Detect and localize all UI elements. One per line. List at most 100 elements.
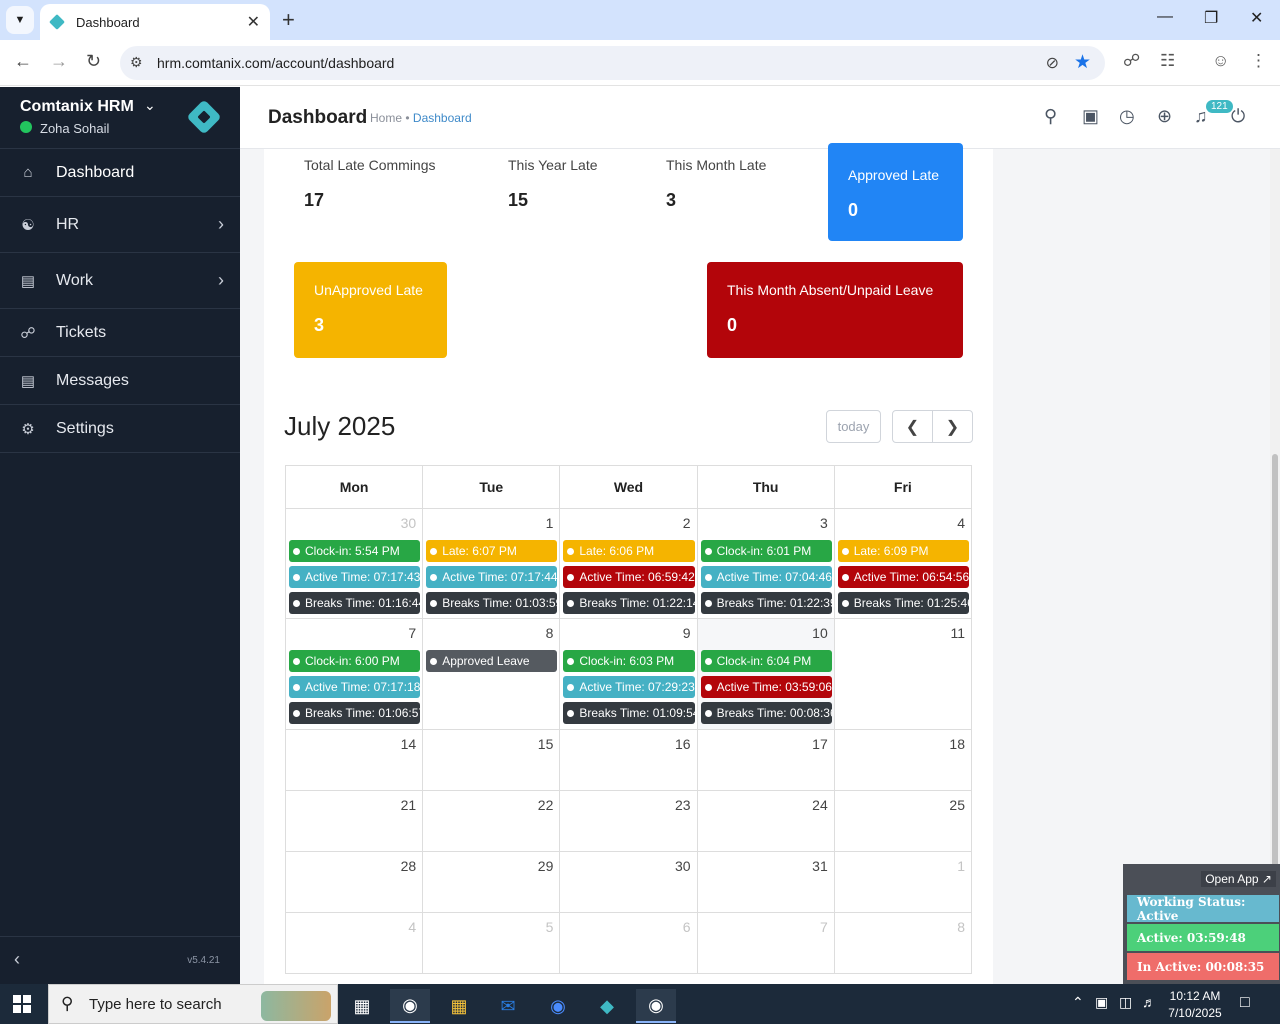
calendar-day-cell[interactable]: 22	[422, 790, 561, 852]
calendar-day-number[interactable]: 25	[835, 791, 971, 818]
extensions-icon[interactable]: ☷	[1160, 51, 1175, 71]
outlook-icon[interactable]: ✉	[488, 989, 528, 1023]
tracking-protection-icon[interactable]: ⊘	[1046, 53, 1059, 73]
calendar-day-cell[interactable]: 7	[696, 912, 835, 974]
app-name[interactable]: Comtanix HRM	[20, 98, 134, 116]
taskbar-search[interactable]: ⚲ Type here to search	[48, 984, 338, 1024]
calendar-day-cell[interactable]: 5	[422, 912, 561, 974]
sidebar-item-settings[interactable]: ⚙ Settings	[0, 405, 240, 453]
calendar-day-number[interactable]: 16	[560, 730, 696, 757]
calendar-event[interactable]: Active Time: 07:17:18	[289, 676, 421, 698]
calendar-day-cell[interactable]: 16	[559, 729, 698, 791]
calendar-day-number[interactable]: 21	[286, 791, 422, 818]
calendar-event[interactable]: Clock-in: 6:01 PM	[700, 540, 832, 562]
calendar-day-number[interactable]: 7	[698, 913, 834, 940]
approved-late-card[interactable]: Approved Late 0	[828, 143, 963, 241]
add-circle-icon[interactable]: ⊕	[1157, 106, 1172, 127]
calendar-event[interactable]: Clock-in: 6:00 PM	[289, 650, 421, 672]
page-scrollbar[interactable]	[1270, 149, 1280, 984]
menu-icon[interactable]: ⋮	[1250, 51, 1267, 71]
file-explorer-icon[interactable]: ▦	[439, 989, 479, 1023]
calendar-day-number[interactable]: 22	[423, 791, 559, 818]
tray-overflow-icon[interactable]: ⌃	[1072, 994, 1084, 1011]
close-tab-icon[interactable]: ✕	[247, 12, 260, 32]
calendar-day-cell[interactable]: 4	[284, 912, 424, 974]
calendar-day-cell[interactable]: 14	[284, 729, 424, 791]
calendar-day-number[interactable]: 14	[286, 730, 422, 757]
calendar-event[interactable]: Breaks Time: 01:16:44	[289, 592, 421, 614]
calendar-day-cell[interactable]: 8	[833, 912, 973, 974]
calendar-day-cell[interactable]: 4 Late: 6:09 PM Active Time: 06:54:56 Break…	[833, 508, 973, 619]
notes-icon[interactable]: ▣	[1082, 106, 1099, 127]
calendar-day-cell[interactable]: 10 Clock-in: 6:04 PM Active Time: 03:59:06…	[696, 618, 835, 730]
clock-icon[interactable]: ◷	[1119, 106, 1135, 127]
volume-icon[interactable]: ♬	[1142, 994, 1156, 1010]
calendar-day-cell[interactable]: 30 Clock-in: 5:54 PM Active Time: 07:17:43…	[284, 508, 424, 619]
network-icon[interactable]: ◫	[1119, 994, 1132, 1011]
calendar-event[interactable]: Breaks Time: 01:22:39	[700, 592, 832, 614]
calendar-day-cell[interactable]: 18	[833, 729, 973, 791]
chevron-down-icon[interactable]: ⌄	[144, 97, 156, 114]
address-bar[interactable]: ⚙ hrm.comtanix.com/account/dashboard ⊘ ★	[120, 46, 1105, 80]
calendar-day-cell[interactable]: 28	[284, 851, 424, 913]
calendar-event[interactable]: Clock-in: 6:03 PM	[563, 650, 695, 672]
calendar-day-number[interactable]: 15	[423, 730, 559, 757]
power-icon[interactable]: ⏻	[1231, 106, 1245, 127]
today-button[interactable]: today	[826, 410, 881, 443]
calendar-day-cell[interactable]: 21	[284, 790, 424, 852]
calendar-event[interactable]: Breaks Time: 01:25:46	[837, 592, 969, 614]
calendar-day-number[interactable]: 2	[560, 509, 696, 536]
new-tab-button[interactable]: +	[282, 8, 295, 32]
calendar-day-number[interactable]: 6	[560, 913, 696, 940]
calendar-day-number[interactable]: 11	[835, 619, 971, 646]
calendar-event[interactable]: Active Time: 07:04:46	[700, 566, 832, 588]
calendar-day-cell[interactable]: 11	[833, 618, 973, 730]
calendar-day-cell[interactable]: 9 Clock-in: 6:03 PM Active Time: 07:29:23 B…	[559, 618, 698, 730]
bell-icon[interactable]: ♫	[1194, 106, 1208, 127]
calendar-event[interactable]: Active Time: 07:17:43	[289, 566, 421, 588]
calendar-day-cell[interactable]: 24	[696, 790, 835, 852]
next-month-button[interactable]: ❯	[932, 410, 973, 443]
reload-icon[interactable]: ↻	[86, 51, 101, 72]
calendar-day-number[interactable]: 17	[698, 730, 834, 757]
zoom-icon[interactable]: ◉	[538, 989, 578, 1023]
calendar-event[interactable]: Late: 6:06 PM	[563, 540, 695, 562]
calendar-event[interactable]: Active Time: 07:17:44	[426, 566, 558, 588]
sidebar-item-hr[interactable]: ☯ HR ›	[0, 197, 240, 253]
action-center-icon[interactable]: □	[1240, 994, 1250, 1012]
calendar-day-cell[interactable]: 1	[833, 851, 973, 913]
calendar-day-number[interactable]: 5	[423, 913, 559, 940]
chrome-taskbar-icon-2[interactable]: ◉	[636, 989, 676, 1023]
calendar-day-number[interactable]: 4	[286, 913, 422, 940]
absent-leave-card[interactable]: This Month Absent/Unpaid Leave 0	[707, 262, 963, 358]
tab-search-button[interactable]: ▼	[6, 6, 34, 34]
url-text[interactable]: hrm.comtanix.com/account/dashboard	[157, 55, 394, 71]
calendar-day-cell[interactable]: 17	[696, 729, 835, 791]
calendar-day-number[interactable]: 23	[560, 791, 696, 818]
calendar-day-number[interactable]: 7	[286, 619, 422, 646]
browser-tab[interactable]: Dashboard ✕	[40, 4, 270, 40]
calendar-event[interactable]: Active Time: 07:29:23	[563, 676, 695, 698]
sidebar-item-work[interactable]: ▤ Work ›	[0, 253, 240, 309]
window-close-icon[interactable]: ✕	[1250, 8, 1263, 28]
calendar-day-cell[interactable]: 3 Clock-in: 6:01 PM Active Time: 07:04:46 B…	[696, 508, 835, 619]
unapproved-late-card[interactable]: UnApproved Late 3	[294, 262, 447, 358]
calendar-day-number[interactable]: 24	[698, 791, 834, 818]
calendar-day-number[interactable]: 18	[835, 730, 971, 757]
calendar-day-cell[interactable]: 2 Late: 6:06 PM Active Time: 06:59:42 Break…	[559, 508, 698, 619]
calendar-event[interactable]: Approved Leave	[426, 650, 558, 672]
calendar-day-number[interactable]: 29	[423, 852, 559, 879]
calendar-day-number[interactable]: 1	[835, 852, 971, 879]
calendar-event[interactable]: Clock-in: 6:04 PM	[700, 650, 832, 672]
calendar-day-cell[interactable]: 31	[696, 851, 835, 913]
calendar-day-cell[interactable]: 23	[559, 790, 698, 852]
calendar-event[interactable]: Breaks Time: 00:08:36	[700, 702, 832, 724]
prev-month-button[interactable]: ❮	[892, 410, 933, 443]
minimize-icon[interactable]: —	[1157, 8, 1173, 26]
calendar-day-number[interactable]: 4	[835, 509, 971, 536]
calendar-event[interactable]: Late: 6:09 PM	[837, 540, 969, 562]
calendar-day-number[interactable]: 8	[835, 913, 971, 940]
calendar-event[interactable]: Breaks Time: 01:22:14	[563, 592, 695, 614]
calendar-day-number[interactable]: 1	[423, 509, 559, 536]
calendar-event[interactable]: Clock-in: 5:54 PM	[289, 540, 421, 562]
